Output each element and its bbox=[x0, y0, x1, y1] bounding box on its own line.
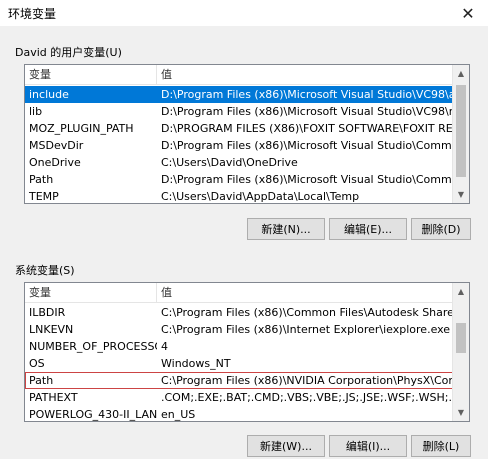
variable-name: OneDrive bbox=[29, 156, 81, 169]
system-edit-button[interactable]: 编辑(I)... bbox=[329, 435, 407, 457]
system-new-button[interactable]: 新建(W)... bbox=[247, 435, 325, 457]
table-row[interactable]: Path C:\Program Files (x86)\NVIDIA Corpor… bbox=[25, 372, 453, 389]
variable-value: C:\Users\David\OneDrive bbox=[161, 156, 298, 169]
system-vars-list[interactable]: 变量 值 ILBDIR C:\Program Files (x86)\Common… bbox=[24, 282, 470, 422]
window-title: 环境变量 bbox=[8, 7, 57, 21]
column-header-variable[interactable]: 变量 bbox=[25, 283, 157, 303]
table-row[interactable]: include D:\Program Files (x86)\Microsoft … bbox=[25, 86, 453, 103]
variable-value: en_US bbox=[161, 408, 196, 421]
table-row[interactable]: OS Windows_NT bbox=[25, 355, 453, 372]
user-new-button[interactable]: 新建(N)... bbox=[247, 218, 325, 240]
variable-name: include bbox=[29, 88, 69, 101]
variable-name: LNKEVN bbox=[29, 323, 74, 336]
variable-value: Windows_NT bbox=[161, 357, 231, 370]
scroll-thumb[interactable] bbox=[456, 85, 466, 177]
variable-value: D:\Program Files (x86)\Microsoft Visual … bbox=[161, 139, 453, 152]
variable-name: ILBDIR bbox=[29, 306, 66, 319]
table-row[interactable]: PATHEXT .COM;.EXE;.BAT;.CMD;.VBS;.VBE;.JS… bbox=[25, 389, 453, 406]
system-delete-button[interactable]: 删除(L) bbox=[411, 435, 471, 457]
table-row[interactable]: POWERLOG_430-II_LANG en_US bbox=[25, 406, 453, 421]
variable-name: MOZ_PLUGIN_PATH bbox=[29, 122, 134, 135]
column-header-value[interactable]: 值 bbox=[157, 283, 453, 303]
variable-name: lib bbox=[29, 105, 43, 118]
variable-value: D:\Program Files (x86)\Microsoft Visual … bbox=[161, 88, 453, 101]
table-row[interactable]: OneDrive C:\Users\David\OneDrive bbox=[25, 154, 453, 171]
system-vars-label: 系统变量(S) bbox=[15, 264, 75, 277]
column-header-value[interactable]: 值 bbox=[157, 65, 453, 85]
table-row[interactable]: NUMBER_OF_PROCESSORS 4 bbox=[25, 338, 453, 355]
scroll-down-icon[interactable]: ▼ bbox=[453, 186, 469, 203]
table-row[interactable]: TEMP C:\Users\David\AppData\Local\Temp bbox=[25, 188, 453, 203]
user-edit-button[interactable]: 编辑(E)... bbox=[329, 218, 407, 240]
variable-name: Path bbox=[29, 374, 54, 387]
variable-value: .COM;.EXE;.BAT;.CMD;.VBS;.VBE;.JS;.JSE;.… bbox=[161, 391, 453, 404]
table-row[interactable]: MOZ_PLUGIN_PATH D:\PROGRAM FILES (X86)\FO… bbox=[25, 120, 453, 137]
variable-name: POWERLOG_430-II_LANG bbox=[29, 408, 157, 421]
variable-value: D:\Program Files (x86)\Microsoft Visual … bbox=[161, 173, 453, 186]
scroll-up-icon[interactable]: ▲ bbox=[453, 65, 469, 82]
user-vars-scrollbar[interactable]: ▲ ▼ bbox=[452, 65, 469, 203]
variable-name: PATHEXT bbox=[29, 391, 78, 404]
variable-name: TEMP bbox=[29, 190, 59, 203]
title-bar: 环境变量 ✕ bbox=[0, 0, 488, 26]
table-row[interactable]: lib D:\Program Files (x86)\Microsoft Visu… bbox=[25, 103, 453, 120]
close-icon[interactable]: ✕ bbox=[448, 0, 488, 26]
variable-value: C:\Program Files (x86)\NVIDIA Corporatio… bbox=[161, 374, 453, 387]
variable-name: Path bbox=[29, 173, 54, 186]
user-vars-label: David 的用户变量(U) bbox=[15, 46, 122, 59]
system-vars-header: 变量 值 bbox=[25, 283, 453, 303]
variable-value: C:\Users\David\AppData\Local\Temp bbox=[161, 190, 360, 203]
variable-value: D:\Program Files (x86)\Microsoft Visual … bbox=[161, 105, 453, 118]
variable-value: C:\Program Files (x86)\Internet Explorer… bbox=[161, 323, 451, 336]
column-header-variable[interactable]: 变量 bbox=[25, 65, 157, 85]
table-row[interactable]: MSDevDir D:\Program Files (x86)\Microsoft… bbox=[25, 137, 453, 154]
user-vars-header: 变量 值 bbox=[25, 65, 453, 85]
variable-value: 4 bbox=[161, 340, 168, 353]
variable-name: MSDevDir bbox=[29, 139, 84, 152]
scroll-thumb[interactable] bbox=[456, 323, 466, 353]
scroll-down-icon[interactable]: ▼ bbox=[453, 404, 469, 421]
variable-name: NUMBER_OF_PROCESSORS bbox=[29, 340, 157, 353]
variable-value: C:\Program Files (x86)\Common Files\Auto… bbox=[161, 306, 453, 319]
table-row[interactable]: Path D:\Program Files (x86)\Microsoft Vis… bbox=[25, 171, 453, 188]
table-row[interactable]: ILBDIR C:\Program Files (x86)\Common File… bbox=[25, 304, 453, 321]
variable-name: OS bbox=[29, 357, 45, 370]
user-delete-button[interactable]: 删除(D) bbox=[411, 218, 471, 240]
dialog-content: David 的用户变量(U) 变量 值 include D:\Program Fi… bbox=[0, 26, 488, 459]
variable-value: D:\PROGRAM FILES (X86)\FOXIT SOFTWARE\FO… bbox=[161, 122, 453, 135]
table-row[interactable]: LNKEVN C:\Program Files (x86)\Internet Ex… bbox=[25, 321, 453, 338]
user-vars-list[interactable]: 变量 值 include D:\Program Files (x86)\Micro… bbox=[24, 64, 470, 204]
scroll-up-icon[interactable]: ▲ bbox=[453, 283, 469, 300]
system-vars-scrollbar[interactable]: ▲ ▼ bbox=[452, 283, 469, 421]
